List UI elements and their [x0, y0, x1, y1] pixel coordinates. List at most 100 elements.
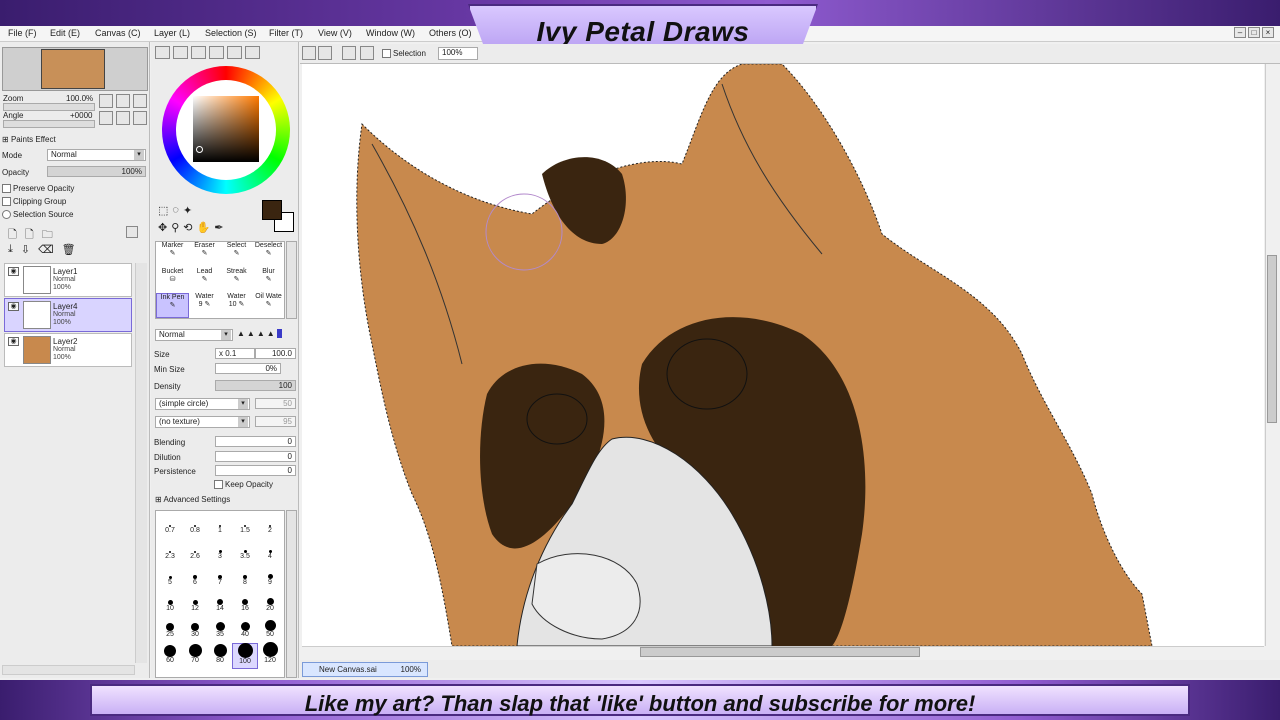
tool-ink-pen[interactable]: Ink Pen ✎ [156, 293, 189, 318]
color-wheel-tab[interactable] [155, 46, 170, 59]
brush-size-cell[interactable]: 7 [207, 565, 233, 591]
rgb-slider-tab[interactable] [173, 46, 188, 59]
zoom-tool-icon[interactable]: ⚲ [171, 221, 179, 234]
navigator-preview[interactable] [2, 47, 148, 91]
size-multiplier[interactable]: x 0.1 [215, 348, 255, 359]
brush-size-cell[interactable]: 60 [157, 643, 183, 669]
zoom-reset-button[interactable] [133, 94, 147, 108]
min-size-slider[interactable]: 0% [215, 363, 281, 374]
menu-view[interactable]: View (V) [318, 28, 352, 38]
persistence-slider[interactable]: 0 [215, 465, 296, 476]
eyedropper-icon[interactable]: ✒ [214, 221, 223, 234]
rotate-right-button[interactable] [116, 111, 130, 125]
scratchpad-tab[interactable] [245, 46, 260, 59]
advanced-settings-toggle[interactable]: ⊞ Advanced Settings [155, 495, 230, 504]
brush-size-cell[interactable]: 35 [207, 617, 233, 643]
mode-select[interactable]: Normal [47, 149, 146, 161]
menu-file[interactable]: File (F) [8, 28, 37, 38]
layer-list-scrollbar[interactable] [135, 263, 147, 663]
brush-texture-select[interactable]: (no texture) [155, 416, 250, 428]
tool-grid-scrollbar[interactable] [286, 241, 297, 319]
swatch-tab[interactable] [227, 46, 242, 59]
tool-streak[interactable]: Streak ✎ [220, 268, 253, 293]
visibility-eye-icon[interactable]: ◉ [8, 337, 19, 346]
edge-soft-icon[interactable]: ▲ [257, 329, 265, 338]
keep-opacity-checkbox[interactable] [214, 480, 223, 490]
menu-edit[interactable]: Edit (E) [50, 28, 80, 38]
visibility-eye-icon[interactable]: ◉ [8, 267, 19, 276]
magic-wand-icon[interactable]: ✦ [183, 204, 192, 217]
redo-icon[interactable] [318, 46, 332, 60]
brush-size-cell[interactable]: 2 [257, 513, 283, 539]
visibility-eye-icon[interactable]: ◉ [8, 302, 19, 311]
tool-water-10[interactable]: Water 10 ✎ [220, 293, 253, 318]
size-value[interactable]: 100.0 [255, 348, 296, 359]
brush-size-cell[interactable]: 0.7 [157, 513, 183, 539]
hand-tool-icon[interactable]: ✋ [197, 221, 211, 234]
selection-source-option[interactable]: Selection Source [2, 210, 73, 220]
brush-size-cell[interactable]: 1.5 [232, 513, 258, 539]
delete-layer-icon[interactable]: 🗑 [62, 243, 76, 256]
brush-size-cell[interactable]: 2.3 [157, 539, 183, 565]
brush-shape-strength[interactable]: 50 [255, 398, 296, 409]
zoom-slider[interactable] [3, 103, 95, 111]
brush-size-cell[interactable]: 14 [207, 591, 233, 617]
brush-size-cell[interactable]: 30 [182, 617, 208, 643]
tool-blur[interactable]: Blur ✎ [252, 268, 285, 293]
angle-slider[interactable] [3, 120, 95, 128]
edge-square-icon[interactable]: ■ [276, 329, 282, 338]
menu-layer[interactable]: Layer (L) [154, 28, 190, 38]
brush-size-cell[interactable]: 9 [257, 565, 283, 591]
menu-selection[interactable]: Selection (S) [205, 28, 257, 38]
zoom-out-button[interactable] [99, 94, 113, 108]
tool-lead[interactable]: Lead ✎ [188, 268, 221, 293]
brush-size-cell[interactable]: 16 [232, 591, 258, 617]
zoom-in-button[interactable] [116, 94, 130, 108]
rotate-tool-icon[interactable]: ⟲ [183, 221, 192, 234]
color-saturation-square[interactable] [193, 96, 259, 162]
layer-mask-button[interactable] [126, 226, 138, 238]
move-icon[interactable]: ✥ [158, 221, 167, 234]
document-tab[interactable]: New Canvas.sai 100% [302, 662, 428, 677]
drawing-canvas[interactable] [302, 64, 1264, 646]
rotate-left-button[interactable] [99, 111, 113, 125]
density-slider[interactable]: 100 [215, 380, 296, 391]
tool-eraser[interactable]: Eraser ✎ [188, 242, 221, 267]
clear-layer-icon[interactable]: ⌫ [38, 243, 54, 256]
layer-item-selected[interactable]: ◉ Layer4 Normal 100% [4, 298, 132, 332]
keep-opacity-option[interactable]: Keep Opacity [214, 480, 273, 490]
menu-filter[interactable]: Filter (T) [269, 28, 303, 38]
blend-mode-select[interactable]: Normal [155, 329, 233, 341]
minimize-icon[interactable]: – [1234, 27, 1246, 38]
canvas-vertical-scroll-thumb[interactable] [1267, 255, 1277, 423]
brush-size-cell[interactable]: 80 [207, 643, 233, 669]
edge-softest-icon[interactable]: ▲ [267, 329, 275, 338]
tool-select[interactable]: Select ✎ [220, 242, 253, 267]
transfer-down-icon[interactable]: ⤓ [8, 243, 13, 256]
brush-size-cell[interactable]: 3 [207, 539, 233, 565]
invert-selection-icon[interactable] [360, 46, 374, 60]
gradation-tab[interactable] [209, 46, 224, 59]
canvas-zoom-field[interactable]: 100% [438, 47, 478, 60]
brush-size-cell[interactable]: 8 [232, 565, 258, 591]
brush-size-cell[interactable]: 50 [257, 617, 283, 643]
brush-shape-select[interactable]: (simple circle) [155, 398, 250, 410]
preserve-opacity-option[interactable]: Preserve Opacity [2, 184, 74, 194]
foreground-color-swatch[interactable] [262, 200, 282, 220]
brush-size-cell[interactable]: 2.6 [182, 539, 208, 565]
layer-list-hscroll[interactable] [2, 665, 135, 675]
tool-deselect[interactable]: Deselect ✎ [252, 242, 285, 267]
tool-oil-water[interactable]: Oil Wate ✎ [252, 293, 285, 318]
tool-water-9[interactable]: Water 9 ✎ [188, 293, 221, 318]
edge-hard-icon[interactable]: ▲ [237, 329, 245, 338]
expand-icon[interactable]: ⊞ [2, 135, 11, 144]
menu-others[interactable]: Others (O) [429, 28, 472, 38]
brush-size-cell[interactable]: 4 [257, 539, 283, 565]
brush-size-cell[interactable]: 6 [182, 565, 208, 591]
brush-grid-scrollbar[interactable] [286, 510, 297, 678]
brush-size-cell[interactable]: 1 [207, 513, 233, 539]
close-icon[interactable]: × [1262, 27, 1274, 38]
edge-medium-icon[interactable]: ▲ [247, 329, 255, 338]
brush-size-cell[interactable]: 20 [257, 591, 283, 617]
lasso-icon[interactable]: ◌ [172, 204, 179, 217]
